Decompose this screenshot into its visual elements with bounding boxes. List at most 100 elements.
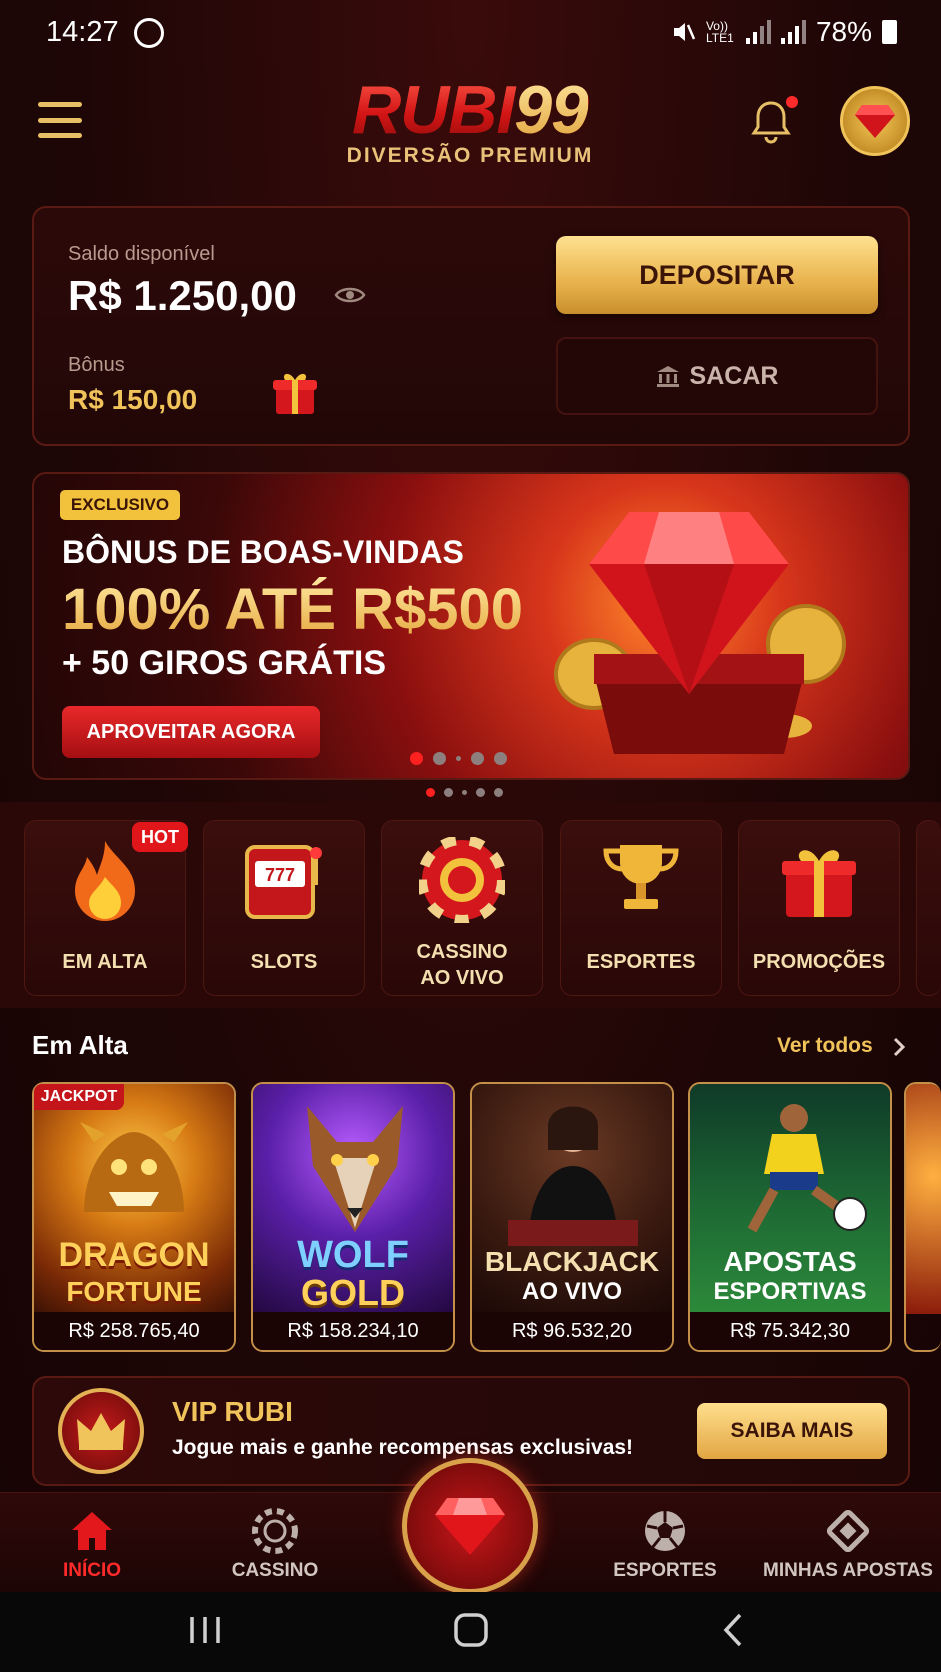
jackpot-badge: JACKPOT (34, 1084, 124, 1110)
eye-icon[interactable] (334, 284, 366, 306)
withdraw-button[interactable]: SACAR (556, 337, 878, 415)
avatar[interactable] (840, 86, 910, 156)
game-card-sports-betting[interactable]: APOSTAS ESPORTIVAS R$ 75.342,30 (688, 1082, 892, 1352)
vip-badge (58, 1388, 144, 1474)
learn-more-button[interactable]: SAIBA MAIS (697, 1403, 887, 1459)
trophy-icon (603, 845, 679, 909)
page-dot[interactable] (494, 788, 503, 797)
page-dot-active[interactable] (426, 788, 435, 797)
category-label: PROMOÇÕES (752, 951, 886, 973)
battery-percent: 78% (815, 16, 872, 47)
page-dot[interactable] (444, 788, 453, 797)
nav-home[interactable]: INÍCIO (2, 1502, 182, 1588)
home-button-icon[interactable] (453, 1612, 489, 1648)
notification-dot (786, 96, 798, 108)
withdraw-label: SACAR (689, 361, 779, 390)
balance-label: Saldo disponível (68, 243, 215, 265)
section-title: Em Alta (32, 1030, 128, 1060)
game-card-blackjack-live[interactable]: BLACKJACK AO VIVO R$ 96.532,20 (470, 1082, 674, 1352)
dealer-illustration (508, 1106, 638, 1246)
soccer-player-illustration (747, 1104, 867, 1233)
page-dot-active[interactable] (410, 752, 423, 765)
nav-label: CASSINO (231, 1560, 319, 1581)
game-art: WOLF GOLD (253, 1084, 453, 1314)
category-promotions[interactable]: PROMOÇÕES (738, 820, 900, 996)
category-sports[interactable]: ESPORTES (560, 820, 722, 996)
game-card-wolf-gold[interactable]: WOLF GOLD R$ 158.234,10 (251, 1082, 455, 1352)
menu-icon[interactable] (38, 102, 82, 138)
banner-title: BÔNUS DE BOAS-VINDAS (62, 534, 464, 570)
chevron-right-icon[interactable] (892, 1036, 906, 1058)
casino-chip-icon (419, 837, 505, 923)
nav-label: INÍCIO (62, 1560, 122, 1581)
gift-icon (273, 373, 317, 414)
dragon-illustration (80, 1122, 188, 1212)
game-title: APOSTAS (723, 1246, 857, 1277)
game-card-partial[interactable] (904, 1082, 941, 1352)
jackpot-value: R$ 96.532,20 (472, 1312, 672, 1350)
game-art: APOSTAS ESPORTIVAS (690, 1084, 890, 1314)
nav-sports[interactable]: ESPORTES (575, 1502, 755, 1588)
page-dot[interactable] (476, 788, 485, 797)
bank-icon (656, 366, 679, 387)
nav-label: ESPORTES (613, 1560, 717, 1581)
page-dot[interactable] (471, 752, 484, 765)
center-action-button[interactable] (402, 1458, 538, 1594)
brand-logo[interactable]: RUBI99 DIVERSÃO PREMIUM (320, 72, 620, 168)
carousel-pagination[interactable] (426, 788, 503, 797)
game-subtitle: FORTUNE (66, 1276, 202, 1307)
game-title: WOLF (297, 1234, 409, 1276)
page-dot[interactable] (494, 752, 507, 765)
game-art: DRAGON FORTUNE (34, 1084, 234, 1314)
vip-subtitle: Jogue mais e ganhe recompensas exclusiva… (172, 1436, 634, 1459)
page-dot[interactable] (456, 756, 461, 761)
banner-offer: 100% ATÉ R$500 (62, 577, 524, 642)
signal-icon-2 (780, 20, 806, 44)
wolf-illustration (307, 1106, 403, 1232)
network-label: Vo)) LTE1 (705, 19, 734, 45)
signal-icon (745, 20, 771, 44)
banner-spins: + 50 GIROS GRÁTIS (62, 644, 387, 682)
game-subtitle: AO VIVO (521, 1278, 623, 1305)
mute-icon (673, 23, 696, 41)
logo-tagline: DIVERSÃO PREMIUM (346, 144, 594, 167)
ruby-icon (435, 1498, 505, 1555)
ruby-hero-illustration (554, 512, 846, 754)
page-dot[interactable] (433, 752, 446, 765)
page-dot[interactable] (462, 790, 467, 795)
deposit-button[interactable]: DEPOSITAR (556, 236, 878, 314)
recent-apps-icon[interactable] (188, 1614, 222, 1646)
category-slots[interactable]: 777 SLOTS (203, 820, 365, 996)
crown-icon (77, 1413, 125, 1450)
nav-label: MINHAS APOSTAS (763, 1560, 933, 1581)
bonus-label: Bônus (68, 354, 125, 376)
svg-text:777: 777 (265, 865, 295, 885)
game-subtitle: ESPORTIVAS (713, 1278, 867, 1305)
claim-offer-button[interactable]: APROVEITAR AGORA (62, 706, 320, 758)
category-label: CASSINO AO VIVO (416, 941, 508, 989)
slot-machine-icon: 777 (245, 845, 322, 919)
bonus-value: R$ 150,00 (68, 384, 198, 415)
category-partial[interactable] (916, 820, 941, 996)
status-time: 14:27 (46, 16, 119, 48)
banner-pagination[interactable] (410, 752, 507, 765)
see-all-link[interactable]: Ver todos (777, 1034, 873, 1058)
game-card-dragon-fortune[interactable]: DRAGON FORTUNE R$ 258.765,40 (32, 1082, 236, 1352)
game-title: BLACKJACK (484, 1246, 660, 1277)
category-label: EM ALTA (62, 951, 148, 973)
status-bar: 14:27 Vo)) LTE1 78% (0, 0, 941, 66)
game-title: DRAGON (58, 1236, 210, 1274)
hot-badge: HOT (132, 822, 188, 852)
jackpot-value: R$ 75.342,30 (690, 1312, 890, 1350)
gift-icon (782, 850, 856, 917)
category-live-casino[interactable]: CASSINO AO VIVO (381, 820, 543, 996)
vip-title: VIP RUBI (172, 1396, 293, 1427)
logo-text: RUBI (352, 72, 515, 148)
nav-casino[interactable]: CASSINO (185, 1502, 365, 1588)
category-label: ESPORTES (586, 951, 696, 973)
whatsapp-icon (134, 18, 164, 48)
nav-my-bets[interactable]: MINHAS APOSTAS (758, 1502, 938, 1588)
system-nav-bar (0, 1592, 941, 1672)
status-right: Vo)) LTE1 78% (670, 16, 897, 48)
back-icon[interactable] (722, 1612, 744, 1648)
